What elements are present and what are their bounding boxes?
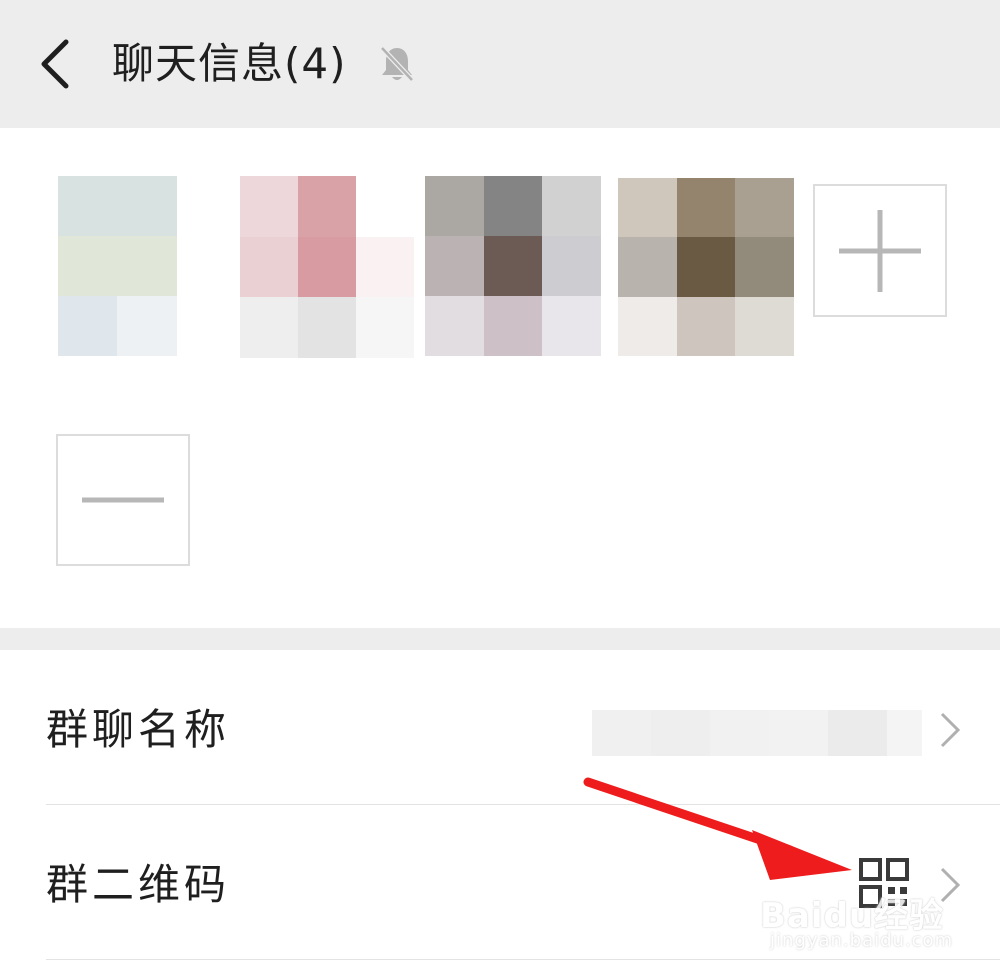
member-avatar[interactable] xyxy=(58,176,236,356)
add-member-button[interactable] xyxy=(813,184,947,317)
avatar-pixel xyxy=(58,236,118,296)
avatar-pixel xyxy=(117,176,177,236)
avatar-pixel xyxy=(176,296,236,356)
avatar-pixel xyxy=(425,236,484,296)
avatar-pixel xyxy=(542,296,601,356)
avatar-pixel xyxy=(483,176,543,236)
remove-member-button[interactable] xyxy=(56,434,190,566)
watermark-url: jingyan.baidu.com xyxy=(770,930,954,951)
avatar-pixel xyxy=(240,297,298,358)
avatar-pixel xyxy=(298,176,356,237)
minus-icon xyxy=(82,497,164,503)
group-name-label: 群聊名称 xyxy=(46,705,231,754)
avatar-pixel xyxy=(618,237,677,297)
avatar-pixel xyxy=(356,297,414,358)
avatar-pixel xyxy=(542,236,601,296)
avatar-pixel xyxy=(676,178,736,238)
member-grid xyxy=(0,128,1000,628)
avatar-pixel xyxy=(425,296,484,356)
row-divider xyxy=(46,959,1000,960)
page-title: 聊天信息(4) xyxy=(112,39,347,88)
section-divider xyxy=(0,628,1000,650)
plus-icon xyxy=(839,210,921,292)
avatar-pixel xyxy=(483,296,543,356)
avatar-pixel xyxy=(176,236,236,296)
avatar-pixel xyxy=(483,236,543,296)
avatar-pixel xyxy=(298,236,356,298)
avatar-pixel xyxy=(618,296,677,356)
avatar-pixel xyxy=(117,296,177,356)
member-avatar[interactable] xyxy=(240,176,414,358)
avatar-pixel xyxy=(542,176,601,236)
avatar-pixel xyxy=(425,176,484,236)
avatar-pixel xyxy=(240,176,298,237)
avatar-pixel xyxy=(176,176,236,236)
chevron-left-icon[interactable] xyxy=(34,38,78,90)
group-qr-label: 群二维码 xyxy=(46,860,231,909)
avatar-pixel xyxy=(298,297,356,358)
chevron-right-icon xyxy=(940,712,961,748)
avatar-pixel xyxy=(735,237,794,297)
bell-muted-icon xyxy=(380,46,414,82)
avatar-pixel xyxy=(117,236,177,296)
avatar-pixel xyxy=(58,296,118,356)
group-name-row[interactable]: 群聊名称 xyxy=(0,650,1000,805)
avatar-pixel xyxy=(240,236,298,298)
member-avatar[interactable] xyxy=(425,176,601,356)
avatar-pixel xyxy=(676,296,736,356)
avatar-pixel xyxy=(676,237,736,297)
avatar-pixel xyxy=(58,176,118,236)
group-name-value xyxy=(592,710,922,756)
top-bar: 聊天信息(4) xyxy=(0,0,1000,128)
avatar-pixel xyxy=(735,178,794,238)
avatar-pixel xyxy=(735,296,794,356)
avatar-pixel xyxy=(356,236,414,298)
avatar-pixel xyxy=(356,176,414,237)
avatar-pixel xyxy=(618,178,677,238)
member-avatar[interactable] xyxy=(618,178,794,356)
